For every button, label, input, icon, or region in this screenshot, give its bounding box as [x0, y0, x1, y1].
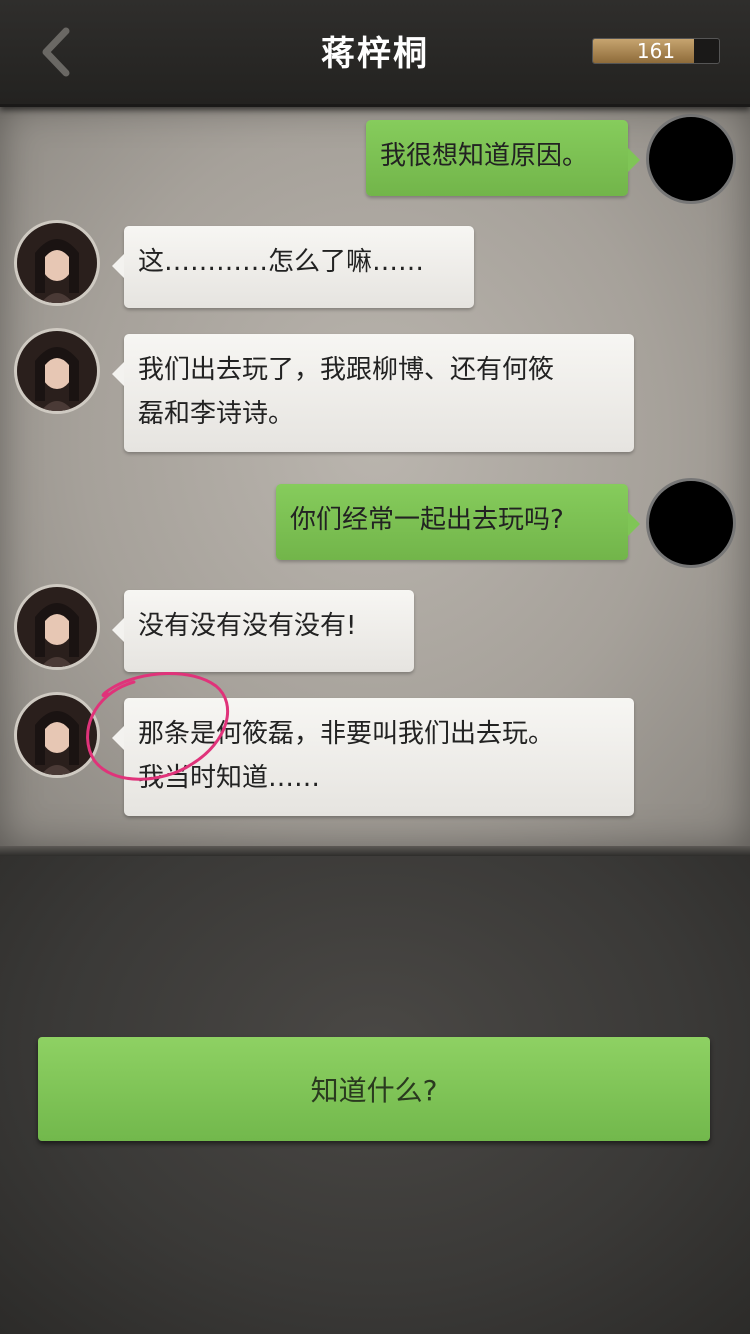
top-bar: 蒋梓桐 161: [0, 0, 750, 107]
message-bubble-contact: 我们出去玩了，我跟柳博、还有何筱 磊和李诗诗。: [112, 334, 634, 452]
chevron-left-icon: [42, 27, 70, 77]
self-avatar: [646, 478, 736, 568]
self-avatar: [646, 114, 736, 204]
girl-portrait-icon: [17, 587, 97, 667]
message-text-line: 我们出去玩了，我跟柳博、还有何筱: [138, 355, 555, 385]
message-bubble-contact: 这…………怎么了嘛……: [112, 226, 474, 308]
message-text: 这…………怎么了嘛……: [138, 247, 425, 277]
girl-portrait-icon: [17, 695, 97, 775]
girl-portrait-icon: [17, 223, 97, 303]
progress-bar: 161: [592, 38, 720, 64]
girl-portrait-icon: [17, 331, 97, 411]
contact-avatar[interactable]: [14, 692, 100, 778]
message-bubble-contact: 那条是何筱磊，非要叫我们出去玩。 我当时知道……: [112, 698, 634, 816]
contact-avatar[interactable]: [14, 328, 100, 414]
message-bubble-contact: 没有没有没有没有!: [112, 590, 414, 672]
message-text: 没有没有没有没有!: [138, 611, 357, 641]
message-text-line: 磊和李诗诗。: [138, 399, 295, 429]
message-bubble-self: 你们经常一起出去玩吗?: [276, 484, 640, 560]
message-text-line: 那条是何筱磊，非要叫我们出去玩。: [138, 719, 555, 749]
contact-avatar[interactable]: [14, 584, 100, 670]
progress-value: 161: [636, 39, 676, 63]
message-text: 我很想知道原因。: [380, 141, 589, 171]
message-bubble-self: 我很想知道原因。: [366, 120, 640, 196]
choice-button[interactable]: 知道什么?: [38, 1037, 710, 1141]
back-button[interactable]: [30, 22, 80, 82]
chat-divider: [0, 846, 750, 856]
contact-avatar[interactable]: [14, 220, 100, 306]
message-text-line: 我当时知道……: [138, 763, 321, 793]
message-text: 你们经常一起出去玩吗?: [290, 505, 564, 535]
